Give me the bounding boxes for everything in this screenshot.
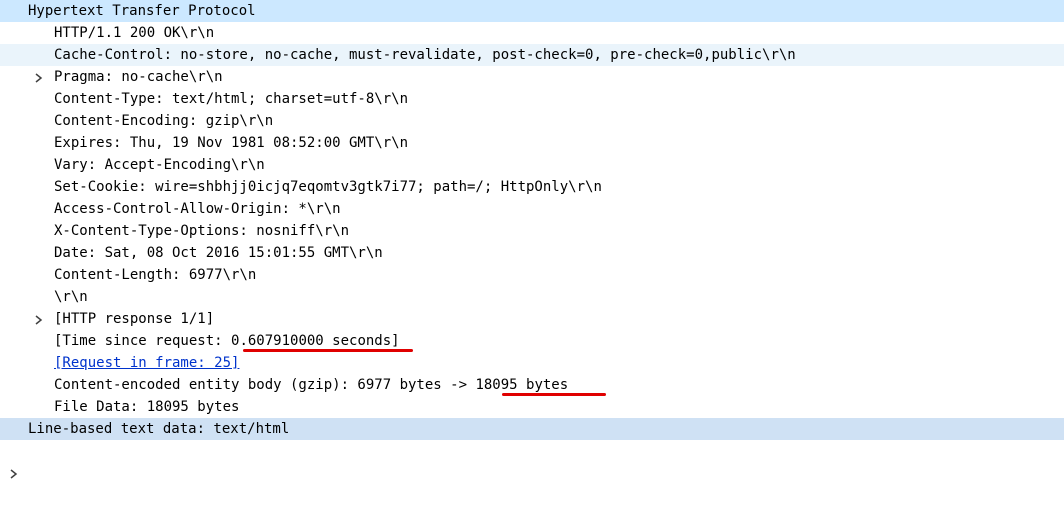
tree-node-label: Set-Cookie: wire=shbhjj0icjq7eqomtv3gtk7… bbox=[54, 179, 602, 195]
tree-node-label: Date: Sat, 08 Oct 2016 15:01:55 GMT\r\n bbox=[54, 245, 383, 261]
packet-details-tree: Hypertext Transfer Protocol HTTP/1.1 200… bbox=[0, 0, 1064, 479]
tree-node-label: Hypertext Transfer Protocol bbox=[28, 3, 256, 19]
chevron-down-icon[interactable] bbox=[8, 0, 22, 59]
tree-node-file-data[interactable]: File Data: 18095 bytes bbox=[0, 396, 1064, 418]
chevron-right-icon[interactable] bbox=[33, 264, 47, 325]
tree-node-content-length[interactable]: Content-Length: 6977\r\n bbox=[0, 264, 1064, 325]
tree-node-label: Content-Encoding: gzip\r\n bbox=[54, 113, 274, 129]
tree-node-label: Content-encoded entity body (gzip): 6977… bbox=[54, 374, 568, 396]
tree-node-header[interactable]: Date: Sat, 08 Oct 2016 15:01:55 GMT\r\n bbox=[0, 242, 1064, 264]
tree-node-header[interactable]: Expires: Thu, 19 Nov 1981 08:52:00 GMT\r… bbox=[0, 132, 1064, 154]
tree-node-blank-line[interactable]: \r\n bbox=[0, 286, 1064, 308]
tree-node-label: Vary: Accept-Encoding\r\n bbox=[54, 157, 265, 173]
annotation-underline-bytes bbox=[502, 393, 606, 396]
tree-node-label: Access-Control-Allow-Origin: *\r\n bbox=[54, 201, 341, 217]
encoded-prefix: Content-encoded entity body (gzip): 6977… bbox=[54, 377, 476, 393]
time-since-value: 0.607910000 seconds bbox=[231, 333, 392, 349]
tree-node-header[interactable]: X-Content-Type-Options: nosniff\r\n bbox=[0, 220, 1064, 242]
tree-node-label: HTTP/1.1 200 OK\r\n bbox=[54, 25, 215, 41]
tree-node-header[interactable]: Set-Cookie: wire=shbhjj0icjq7eqomtv3gtk7… bbox=[0, 176, 1064, 198]
tree-node-http-response[interactable]: [HTTP response 1/1] bbox=[0, 308, 1064, 330]
tree-node-header[interactable]: Content-Encoding: gzip\r\n bbox=[0, 110, 1064, 132]
tree-node-label: File Data: 18095 bytes bbox=[54, 399, 240, 415]
tree-node-label: Pragma: no-cache\r\n bbox=[54, 69, 223, 85]
tree-node-label: \r\n bbox=[54, 289, 88, 305]
tree-node-status-line[interactable]: HTTP/1.1 200 OK\r\n bbox=[0, 22, 1064, 83]
tree-node-label: [HTTP response 1/1] bbox=[54, 311, 215, 327]
tree-node-request-in-frame[interactable]: [Request in frame: 25] bbox=[0, 352, 1064, 374]
tree-node-label: Cache-Control: no-store, no-cache, must-… bbox=[54, 47, 796, 63]
annotation-underline-time bbox=[243, 349, 413, 352]
tree-node-header[interactable]: Cache-Control: no-store, no-cache, must-… bbox=[0, 44, 1064, 66]
tree-node-header[interactable]: Content-Type: text/html; charset=utf-8\r… bbox=[0, 88, 1064, 110]
tree-node-label: Content-Length: 6977\r\n bbox=[54, 267, 257, 283]
tree-node-http[interactable]: Hypertext Transfer Protocol bbox=[0, 0, 1064, 59]
tree-node-header[interactable]: Access-Control-Allow-Origin: *\r\n bbox=[0, 198, 1064, 220]
tree-node-label: Expires: Thu, 19 Nov 1981 08:52:00 GMT\r… bbox=[54, 135, 409, 151]
time-since-prefix: [Time since request: bbox=[54, 333, 232, 349]
tree-node-header[interactable]: Vary: Accept-Encoding\r\n bbox=[0, 154, 1064, 176]
time-since-suffix: ] bbox=[391, 333, 400, 349]
tree-node-header[interactable]: Pragma: no-cache\r\n bbox=[0, 66, 1064, 88]
chevron-right-icon[interactable] bbox=[33, 22, 47, 83]
tree-node-label: Content-Type: text/html; charset=utf-8\r… bbox=[54, 91, 409, 107]
request-in-frame-link[interactable]: [Request in frame: 25] bbox=[54, 352, 239, 374]
encoded-value: 18095 bytes bbox=[475, 377, 569, 393]
tree-node-time-since-request[interactable]: [Time since request: 0.607910000 seconds… bbox=[0, 330, 1064, 352]
tree-node-label: X-Content-Type-Options: nosniff\r\n bbox=[54, 223, 350, 239]
